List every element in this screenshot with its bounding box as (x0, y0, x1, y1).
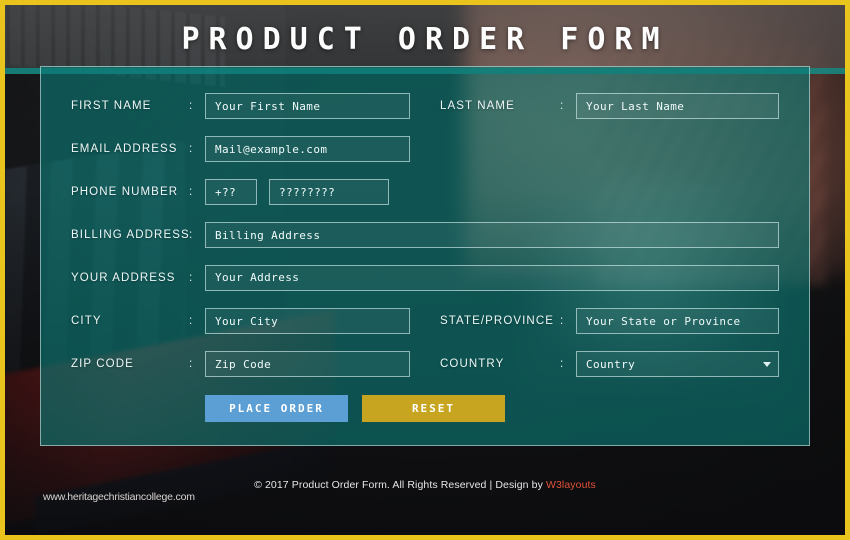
state-input[interactable] (576, 308, 779, 334)
email-colon: : (189, 143, 193, 155)
city-label: CITY (71, 315, 102, 327)
country-select-wrapper[interactable] (576, 351, 779, 377)
last-name-colon: : (560, 100, 564, 112)
your-address-colon: : (189, 272, 193, 284)
city-colon: : (189, 315, 193, 327)
watermark: www.heritagechristiancollege.com (43, 491, 195, 503)
page-title: PRODUCT ORDER FORM (181, 22, 669, 57)
footer-text: © 2017 Product Order Form. All Rights Re… (254, 479, 546, 491)
city-group: CITY : (71, 308, 410, 334)
zip-colon: : (189, 358, 193, 370)
phone-label: PHONE NUMBER (71, 186, 179, 198)
name-row: FIRST NAME : LAST NAME : (71, 93, 779, 119)
billing-address-label: BILLING ADDRESS (71, 229, 190, 241)
billing-address-colon: : (189, 229, 193, 241)
zip-country-row: ZIP CODE : COUNTRY : (71, 351, 779, 377)
state-label: STATE/PROVINCE (440, 315, 555, 327)
country-group: COUNTRY : (440, 351, 779, 377)
footer-link[interactable]: W3layouts (546, 479, 596, 491)
app-window: PRODUCT ORDER FORM FIRST NAME : LAST NAM… (0, 0, 850, 540)
billing-address-input[interactable] (205, 222, 779, 248)
state-colon: : (560, 315, 564, 327)
email-row: EMAIL ADDRESS : (71, 136, 779, 162)
state-group: STATE/PROVINCE : (440, 308, 779, 334)
reset-button[interactable]: RESET (362, 395, 505, 422)
your-address-label: YOUR ADDRESS (71, 272, 176, 284)
city-input[interactable] (205, 308, 410, 334)
email-group: EMAIL ADDRESS : (71, 136, 410, 162)
email-label: EMAIL ADDRESS (71, 143, 178, 155)
zip-label: ZIP CODE (71, 358, 134, 370)
your-address-row: YOUR ADDRESS : (71, 265, 779, 291)
last-name-group: LAST NAME : (440, 93, 779, 119)
order-form-panel: FIRST NAME : LAST NAME : EMAIL ADDRESS :… (40, 66, 810, 446)
phone-colon: : (189, 186, 193, 198)
phone-number-input[interactable] (269, 179, 389, 205)
zip-group: ZIP CODE : (71, 351, 410, 377)
first-name-input[interactable] (205, 93, 410, 119)
your-address-textarea[interactable] (205, 265, 779, 291)
first-name-group: FIRST NAME : (71, 93, 410, 119)
zip-input[interactable] (205, 351, 410, 377)
phone-row: PHONE NUMBER : (71, 179, 779, 205)
phone-group: PHONE NUMBER : (71, 179, 410, 205)
email-input[interactable] (205, 136, 410, 162)
country-label: COUNTRY (440, 358, 505, 370)
last-name-input[interactable] (576, 93, 779, 119)
last-name-label: LAST NAME (440, 100, 515, 112)
billing-address-row: BILLING ADDRESS : (71, 222, 779, 248)
first-name-label: FIRST NAME (71, 100, 152, 112)
place-order-button[interactable]: PLACE ORDER (205, 395, 348, 422)
first-name-colon: : (189, 100, 193, 112)
footer: © 2017 Product Order Form. All Rights Re… (5, 479, 845, 491)
country-colon: : (560, 358, 564, 370)
city-state-row: CITY : STATE/PROVINCE : (71, 308, 779, 334)
country-select[interactable] (576, 351, 779, 377)
form-actions: PLACE ORDER RESET (71, 395, 779, 422)
phone-country-code-input[interactable] (205, 179, 257, 205)
